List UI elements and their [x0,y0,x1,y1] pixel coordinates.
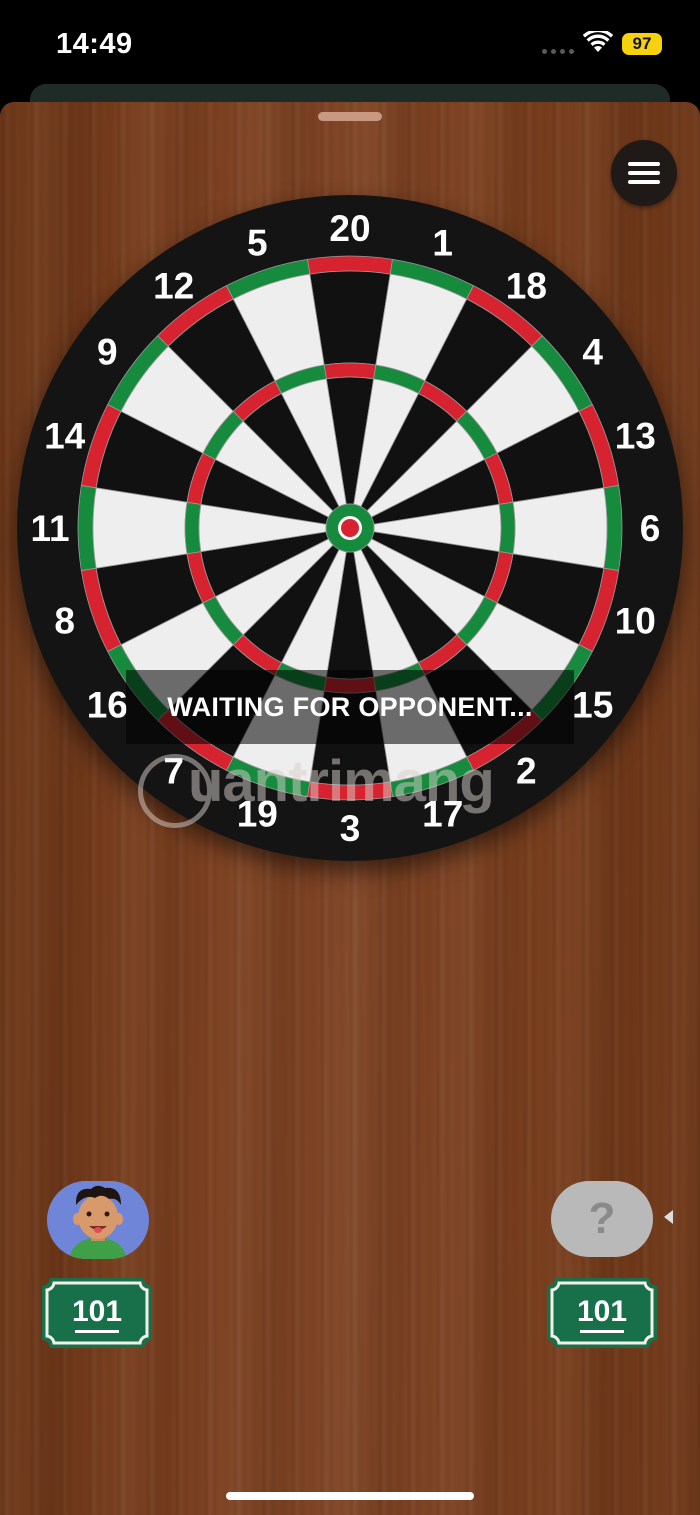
board-number: 11 [30,508,69,549]
score-underline [580,1330,624,1333]
player-score-badge: 101 [42,1278,152,1348]
opponent-avatar: ? [551,1181,653,1257]
board-number: 12 [153,265,194,306]
board-number: 20 [329,208,370,249]
board-number: 9 [97,332,118,373]
board-number: 15 [572,684,613,725]
board-segment-triple [184,501,202,555]
home-indicator[interactable] [226,1492,474,1500]
board-number: 1 [432,223,453,264]
board-number: 4 [582,332,603,373]
sheet-grabber[interactable] [318,112,382,121]
battery-indicator: 97 [622,33,662,55]
opponent-score-badge: 101 [547,1278,657,1348]
wifi-icon [583,31,613,52]
player-score: 101 [71,1295,123,1328]
board-number: 8 [54,601,75,642]
score-underline [75,1330,119,1333]
watermark-text: uantrimang [188,749,495,814]
watermark: uantrimang [138,744,538,834]
player-avatar[interactable] [47,1181,149,1259]
status-message: WAITING FOR OPPONENT... [126,670,574,744]
board-segment-triple [498,501,516,555]
board-number: 16 [87,684,128,725]
board-number: 14 [44,415,86,456]
board-number: 5 [247,223,268,264]
board-number: 18 [506,265,547,306]
board-number: 6 [640,508,661,549]
status-bar: 14:49 97 [0,0,700,90]
board-number: 10 [615,601,656,642]
bullseye [341,519,359,537]
opponent-score: 101 [576,1295,628,1328]
status-time: 14:49 [56,28,133,60]
signal-icon [542,46,576,54]
board-segment-triple [323,362,377,380]
caret-left-icon [664,1210,673,1224]
board-number: 13 [615,415,656,456]
